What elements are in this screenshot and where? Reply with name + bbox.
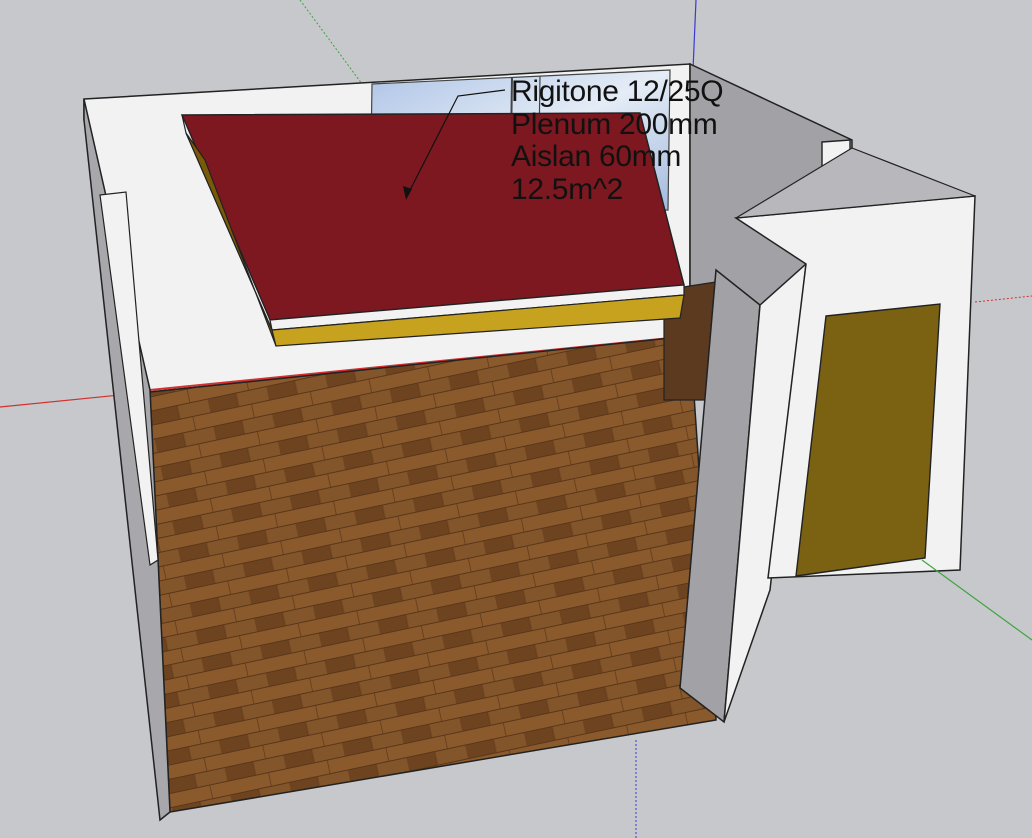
modeling-viewport[interactable]: Rigitone 12/25Q Plenum 200mm Aislan 60mm…	[0, 0, 1032, 838]
annotation-text[interactable]: Rigitone 12/25Q Plenum 200mm Aislan 60mm…	[511, 75, 724, 206]
annotation-line: Aislan 60mm	[511, 140, 682, 173]
annotation-line: Plenum 200mm	[511, 107, 718, 141]
annotation-line: Rigitone 12/25Q	[511, 75, 724, 108]
floor[interactable]	[149, 335, 717, 813]
annotation-line: 12.5m^2	[511, 172, 624, 206]
